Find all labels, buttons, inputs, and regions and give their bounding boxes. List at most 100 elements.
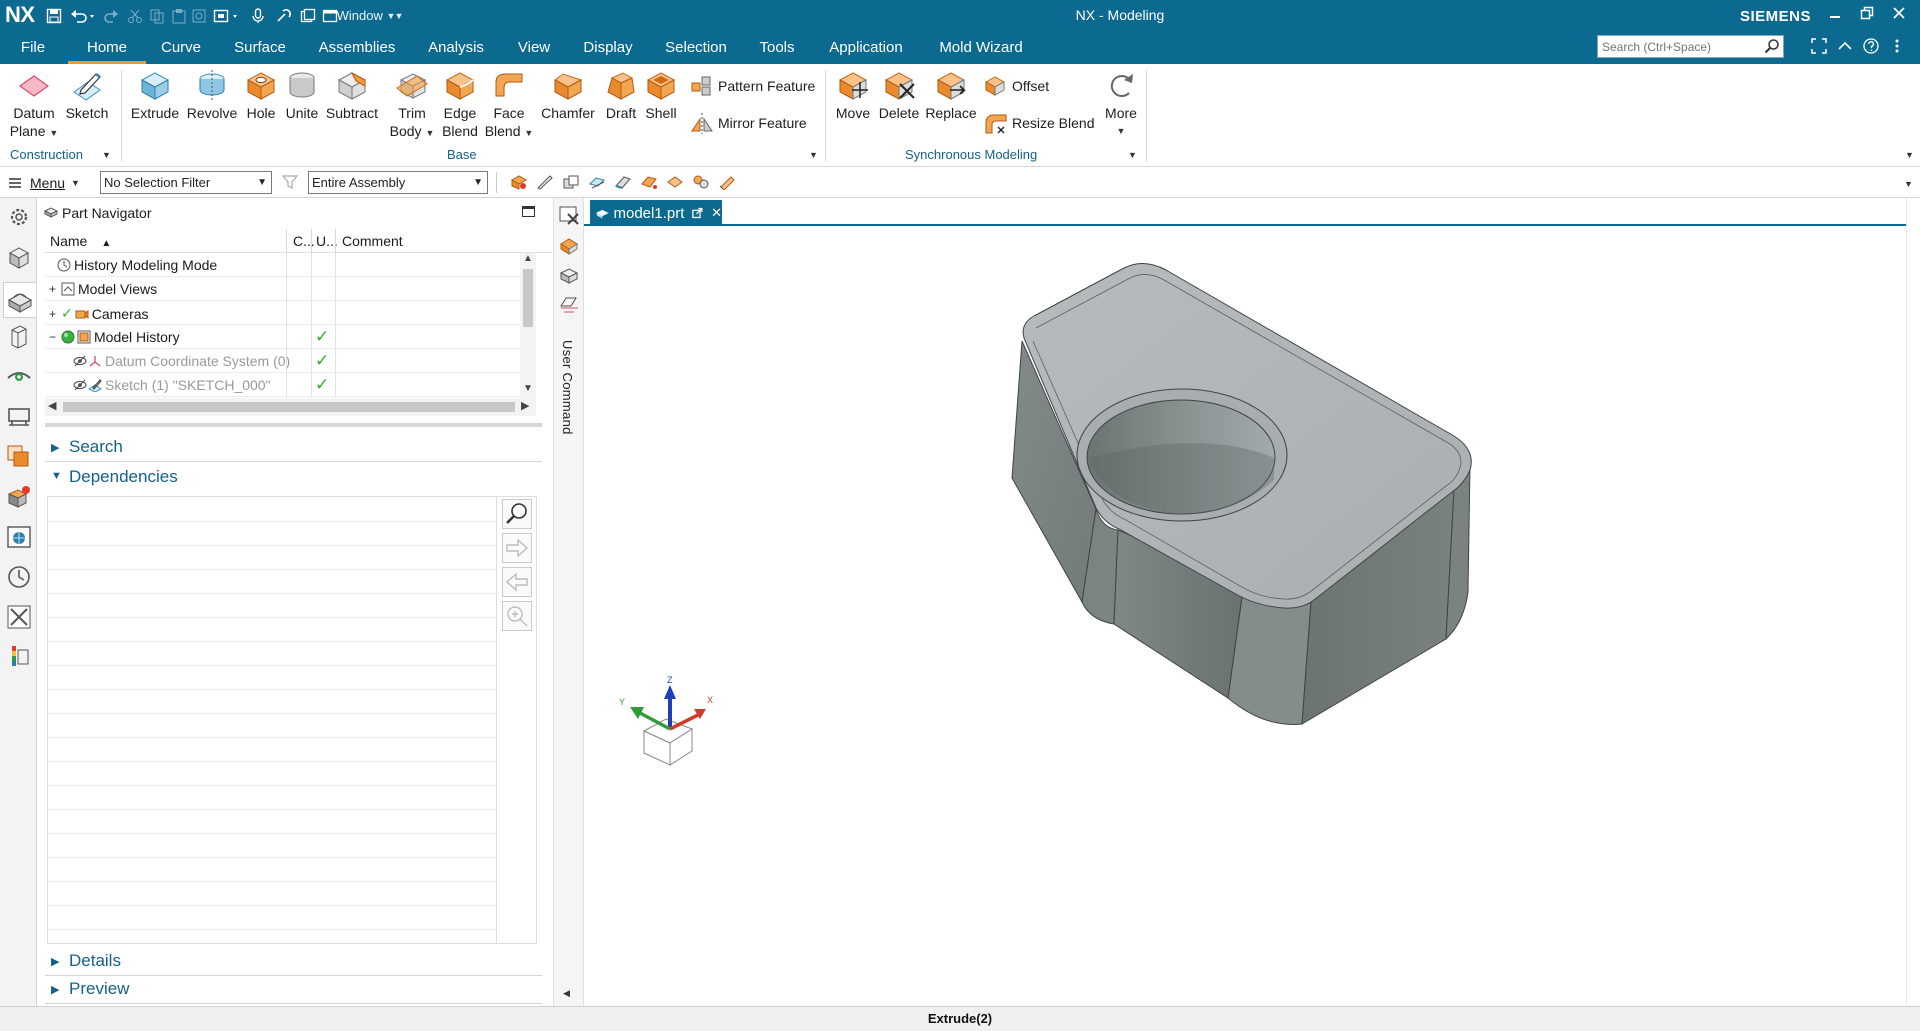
process-studio-icon[interactable]: [6, 604, 32, 630]
repeat-command-icon[interactable]: [190, 5, 208, 26]
selection-filter-dropdown[interactable]: No Selection Filter ▼: [100, 171, 272, 194]
hidden-eye-icon[interactable]: [73, 378, 87, 392]
show-hide-icon[interactable]: [718, 174, 736, 191]
select-faces-icon[interactable]: [588, 174, 606, 190]
extrude-button[interactable]: Extrude: [128, 68, 182, 122]
part-navigator-tab-icon[interactable]: [3, 282, 36, 318]
construction-group-dropdown-icon[interactable]: ▼: [102, 150, 111, 160]
chamfer-button[interactable]: Chamfer: [540, 68, 596, 122]
full-screen-icon[interactable]: [1808, 38, 1830, 58]
assembly-navigator-icon[interactable]: [6, 244, 32, 270]
maximize-panel-icon[interactable]: [522, 206, 535, 217]
datum-plane-button[interactable]: Datum Plane ▼: [8, 68, 60, 142]
trim-body-button[interactable]: Trim Body ▼: [388, 68, 436, 142]
paste-icon[interactable]: [170, 5, 188, 26]
minimize-button[interactable]: [1824, 6, 1846, 26]
expand-icon[interactable]: +: [47, 307, 58, 321]
redo-icon[interactable]: [102, 5, 120, 26]
dependencies-section[interactable]: ▼ Dependencies: [45, 464, 542, 492]
quick-access-dropdown-icon[interactable]: ▼: [393, 5, 405, 26]
tab-curve[interactable]: Curve: [150, 31, 212, 64]
scroll-down-icon[interactable]: ▼: [523, 383, 533, 394]
window-icon[interactable]: [298, 5, 318, 26]
ribbon-options-dropdown-icon[interactable]: ▼: [1905, 150, 1914, 160]
reuse-library-icon[interactable]: [6, 324, 32, 350]
web-browser-icon[interactable]: [6, 524, 32, 550]
search-icon[interactable]: [1764, 38, 1780, 57]
mirror-feature-button[interactable]: Mirror Feature: [690, 111, 807, 135]
tab-analysis[interactable]: Analysis: [418, 31, 494, 64]
column-comment[interactable]: Comment: [342, 233, 403, 249]
tab-display[interactable]: Display: [572, 31, 644, 64]
restore-button[interactable]: [1856, 6, 1878, 26]
preview-section[interactable]: ▶ Preview: [45, 976, 542, 1004]
select-tangent-faces-icon[interactable]: [666, 174, 684, 190]
menu-button[interactable]: Menu ▼: [8, 172, 80, 193]
system-materials-icon[interactable]: [6, 444, 32, 470]
visual-reports-icon[interactable]: [6, 484, 32, 510]
window-menu[interactable]: Window ▼: [336, 5, 396, 26]
tab-view[interactable]: View: [506, 31, 562, 64]
edge-blend-button[interactable]: Edge Blend: [436, 68, 484, 140]
zoom-to-dependency-button[interactable]: [502, 499, 532, 529]
tree-row-datum-csys[interactable]: Datum Coordinate System (0) ✓: [45, 349, 525, 373]
hd3d-tools-icon[interactable]: [6, 364, 32, 390]
command-search-box[interactable]: [1597, 35, 1784, 58]
collapse-strip-icon[interactable]: ◀: [563, 988, 570, 999]
search-section[interactable]: ▶ Search: [45, 434, 542, 462]
collapse-ribbon-icon[interactable]: [1834, 38, 1856, 58]
reset-filter-icon[interactable]: [281, 174, 300, 190]
user-command-tool-3-icon[interactable]: [558, 264, 581, 286]
hidden-eye-icon[interactable]: [73, 354, 87, 368]
pattern-feature-button[interactable]: Pattern Feature: [690, 74, 815, 98]
touch-mode-icon[interactable]: [212, 5, 242, 26]
tab-assemblies[interactable]: Assemblies: [308, 31, 406, 64]
settings-gear-icon[interactable]: [6, 204, 32, 230]
hole-button[interactable]: Hole: [242, 68, 280, 122]
copy-icon[interactable]: [148, 5, 166, 26]
tree-row-model-history[interactable]: − Model History ✓: [45, 325, 525, 349]
more-button[interactable]: More ▼: [1098, 68, 1144, 140]
sketch-button[interactable]: Sketch: [64, 68, 110, 122]
shell-button[interactable]: Shell: [642, 68, 680, 122]
tree-row-history-mode[interactable]: History Modeling Mode: [45, 253, 525, 277]
tab-surface[interactable]: Surface: [222, 31, 298, 64]
select-features-icon[interactable]: [510, 174, 528, 190]
history-clock-icon[interactable]: [6, 564, 32, 590]
tree-row-model-views[interactable]: + Model Views: [45, 277, 525, 301]
expand-dependency-button[interactable]: [502, 601, 532, 631]
next-dependency-button[interactable]: [502, 533, 532, 563]
base-group-dropdown-icon[interactable]: ▼: [809, 150, 818, 160]
revolve-button[interactable]: Revolve: [184, 68, 240, 122]
delete-face-button[interactable]: Delete: [876, 68, 922, 122]
close-tab-icon[interactable]: ✕: [711, 205, 722, 221]
tree-horizontal-scrollbar[interactable]: ◀ ▶: [45, 398, 536, 416]
resize-blend-button[interactable]: Resize Blend: [984, 111, 1095, 135]
tab-mold-wizard[interactable]: Mold Wizard: [926, 31, 1036, 64]
microphone-icon[interactable]: [248, 5, 268, 26]
offset-region-button[interactable]: Offset: [984, 74, 1049, 98]
customize-icon[interactable]: [274, 5, 294, 26]
scroll-up-icon[interactable]: ▲: [523, 253, 533, 264]
palette-icon[interactable]: [6, 644, 32, 670]
move-face-button[interactable]: Move: [832, 68, 874, 122]
panel-splitter[interactable]: [45, 423, 542, 427]
previous-dependency-button[interactable]: [502, 567, 532, 597]
unite-button[interactable]: Unite: [282, 68, 322, 122]
cut-icon[interactable]: [126, 5, 144, 26]
selection-scope-dropdown[interactable]: Entire Assembly ▼: [308, 171, 488, 194]
tab-tools[interactable]: Tools: [748, 31, 806, 64]
face-blend-button[interactable]: Face Blend ▼: [484, 68, 534, 142]
more-options-icon[interactable]: [1890, 38, 1904, 58]
collapse-icon[interactable]: −: [47, 330, 58, 344]
document-tab-model1[interactable]: model1.prt ✕: [590, 200, 722, 226]
undo-icon[interactable]: [68, 5, 98, 26]
tab-selection[interactable]: Selection: [654, 31, 738, 64]
help-icon[interactable]: [1860, 38, 1882, 58]
select-bodies-icon[interactable]: [614, 174, 632, 190]
command-search-input[interactable]: [1598, 36, 1758, 57]
user-command-tool-1-icon[interactable]: [558, 204, 581, 226]
column-name[interactable]: Name ▲: [50, 233, 111, 249]
roles-icon[interactable]: [6, 404, 32, 430]
tab-home[interactable]: Home: [68, 31, 146, 64]
